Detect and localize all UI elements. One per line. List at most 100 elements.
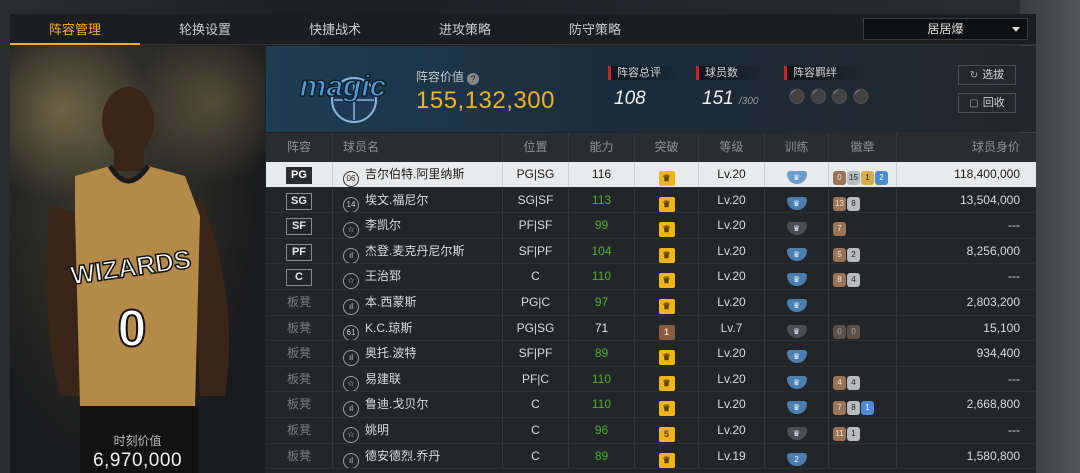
- crown-icon[interactable]: ♛: [658, 298, 675, 314]
- ability-cell: 116: [568, 162, 634, 187]
- col-slot[interactable]: 阵容: [266, 133, 332, 162]
- bond-bronze-icon[interactable]: ⚫: [788, 88, 805, 105]
- badges-cell: 13 8: [828, 187, 896, 213]
- col-position[interactable]: 位置: [502, 133, 568, 162]
- col-badges[interactable]: 徽章: [828, 133, 896, 162]
- crown-icon[interactable]: ♛: [658, 171, 675, 186]
- table-row[interactable]: PG 06 吉尔伯特.阿里纳斯 PG|SG 116 ♛ Lv.20 ♛ 0 15 1 2…: [266, 162, 1036, 188]
- training-shield-icon[interactable]: ♛: [786, 171, 807, 184]
- badge-icon[interactable]: 1: [861, 401, 874, 416]
- crown-icon[interactable]: 1: [658, 324, 675, 340]
- training-shield-icon[interactable]: ♛: [786, 298, 807, 312]
- badge-icon[interactable]: 4: [847, 375, 860, 390]
- table-row[interactable]: SF ☆ 李凯尔 PF|SF 99 ♛ Lv.20 ♛ 7 ---: [266, 213, 1036, 239]
- badge-icon[interactable]: 1: [847, 426, 860, 441]
- table-row[interactable]: 板凳 ıl 鲁迪.戈贝尔 C 110 ♛ Lv.20 ♛ 781 2,668,80…: [266, 392, 1036, 418]
- training-shield-icon[interactable]: ♛: [786, 350, 807, 364]
- slot-cell: PF: [266, 239, 332, 264]
- training-shield-icon[interactable]: 2: [786, 452, 807, 466]
- col-training[interactable]: 训练: [764, 133, 828, 162]
- team-dropdown[interactable]: 居居爆: [863, 18, 1028, 40]
- player-card[interactable]: WIZARDS 0 时刻价值 6,970,000: [10, 46, 265, 473]
- col-name[interactable]: 球员名: [332, 133, 502, 162]
- badge-icon[interactable]: 5: [833, 247, 846, 262]
- col-level[interactable]: 等级: [698, 133, 764, 162]
- col-ability[interactable]: 能力: [568, 133, 634, 162]
- bond-gold-icon[interactable]: ⚫: [831, 88, 848, 105]
- help-icon[interactable]: ?: [467, 73, 480, 85]
- breakthrough-cell: ♛: [634, 213, 698, 238]
- badge-icon[interactable]: 0: [847, 324, 860, 339]
- player-count-max: /300: [738, 96, 759, 107]
- training-shield-icon[interactable]: ♛: [786, 273, 807, 287]
- badge-icon[interactable]: 8: [847, 196, 860, 211]
- table-row[interactable]: PF ıl 杰登.麦克丹尼尔斯 SF|PF 104 ♛ Lv.20 ♛ 52 8,…: [266, 238, 1036, 265]
- crown-icon[interactable]: ♛: [658, 247, 675, 263]
- training-shield-icon[interactable]: ♛: [786, 401, 807, 415]
- bench-slot-label: 板凳: [286, 448, 311, 463]
- bond-blue-icon[interactable]: ⚫: [852, 88, 869, 105]
- crown-icon[interactable]: ♛: [658, 350, 675, 366]
- price-cell: ---: [896, 264, 1036, 289]
- position-cell: PF|C: [502, 366, 568, 392]
- badge-icon[interactable]: 2: [847, 247, 860, 262]
- tab-offense[interactable]: 进攻策略: [400, 14, 530, 45]
- breakthrough-cell: ♛: [634, 238, 698, 264]
- player-tier-icon: ıl: [343, 452, 359, 469]
- table-row[interactable]: SG 14 埃文.福尼尔 SG|SF 113 ♛ Lv.20 ♛ 13 8 13,5…: [266, 187, 1036, 214]
- table-row[interactable]: 板凳 ıl 奥托.波特 SF|PF 89 ♛ Lv.20 ♛ 934,400: [266, 341, 1036, 367]
- crown-icon[interactable]: ♛: [658, 452, 675, 468]
- table-row[interactable]: 板凳 61 K.C.琼斯 PG|SG 71 1 Lv.7 ♛ 00 15,100: [266, 315, 1036, 342]
- training-shield-icon[interactable]: ♛: [786, 222, 807, 236]
- table-row[interactable]: 板凳 ☆ 姚明 C 96 5 Lv.20 ♛ 11 1 ---: [266, 417, 1036, 444]
- badge-icon[interactable]: 8: [847, 401, 860, 416]
- badge-icon[interactable]: 13: [833, 196, 846, 211]
- badge-icon[interactable]: 2: [875, 171, 888, 185]
- badge-icon[interactable]: 8: [833, 273, 846, 288]
- name-cell: ☆ 姚明: [332, 417, 502, 443]
- badge-icon[interactable]: 7: [833, 222, 846, 237]
- table-row[interactable]: C ☆ 王治郅 C 110 ♛ Lv.20 ♛ 84 ---: [266, 264, 1036, 290]
- badges-cell: [828, 341, 896, 366]
- ability-cell: 89: [568, 443, 634, 469]
- badge-icon[interactable]: 0: [833, 324, 846, 339]
- tab-defense[interactable]: 防守策略: [530, 14, 660, 45]
- crown-icon[interactable]: ♛: [658, 222, 675, 238]
- select-button[interactable]: ↻ 选拔: [958, 65, 1016, 85]
- player-tier-icon: ıl: [343, 247, 359, 264]
- tab-rotation[interactable]: 轮换设置: [140, 14, 270, 45]
- badge-icon[interactable]: 1: [861, 171, 874, 185]
- training-shield-icon[interactable]: ♛: [786, 247, 807, 261]
- name-cell: ıl 德安德烈.乔丹: [332, 443, 502, 469]
- crown-icon[interactable]: ♛: [658, 401, 675, 417]
- badge-icon[interactable]: 4: [833, 375, 846, 390]
- col-price[interactable]: 球员身价: [896, 133, 1036, 162]
- player-portrait: WIZARDS 0: [46, 87, 230, 473]
- training-cell: ♛: [764, 315, 828, 341]
- training-shield-icon[interactable]: ♛: [786, 375, 807, 389]
- table-row[interactable]: 板凳 ıl 德安德烈.乔丹 C 89 ♛ Lv.19 2 1,580,800: [266, 443, 1036, 470]
- crown-icon[interactable]: ♛: [658, 375, 675, 391]
- badge-icon[interactable]: 15: [847, 171, 860, 185]
- crown-icon[interactable]: ♛: [658, 196, 675, 212]
- tab-quick-tactics[interactable]: 快捷战术: [270, 14, 400, 45]
- training-shield-icon[interactable]: ♛: [786, 324, 807, 338]
- recycle-button[interactable]: ▢ 回收: [958, 93, 1016, 113]
- bond-silver-icon[interactable]: ⚫: [809, 88, 826, 105]
- training-shield-icon[interactable]: ♛: [786, 196, 807, 210]
- bond-icons[interactable]: ⚫ ⚫ ⚫ ⚫: [788, 88, 870, 105]
- table-row[interactable]: 板凳 ☆ 易建联 PF|C 110 ♛ Lv.20 ♛ 44 ---: [266, 366, 1036, 393]
- badge-icon[interactable]: 7: [833, 401, 846, 416]
- tab-lineup[interactable]: 阵容管理: [10, 14, 140, 45]
- table-row[interactable]: 板凳 ıl 本.西蒙斯 PG|C 97 ♛ Lv.20 ♛ 2,803,200: [266, 289, 1036, 316]
- badge-icon[interactable]: 4: [847, 273, 860, 288]
- crown-icon[interactable]: ♛: [658, 273, 675, 289]
- badge-icon[interactable]: 0: [833, 171, 846, 185]
- badge-icon[interactable]: 11: [833, 426, 846, 441]
- col-breakthrough[interactable]: 突破: [634, 133, 698, 162]
- crown-icon[interactable]: 5: [658, 426, 675, 442]
- player-name: K.C.琼斯: [365, 320, 413, 335]
- slot-cell: C: [266, 264, 332, 289]
- training-shield-icon[interactable]: ♛: [786, 426, 807, 440]
- moment-value: 6,970,000: [92, 450, 183, 471]
